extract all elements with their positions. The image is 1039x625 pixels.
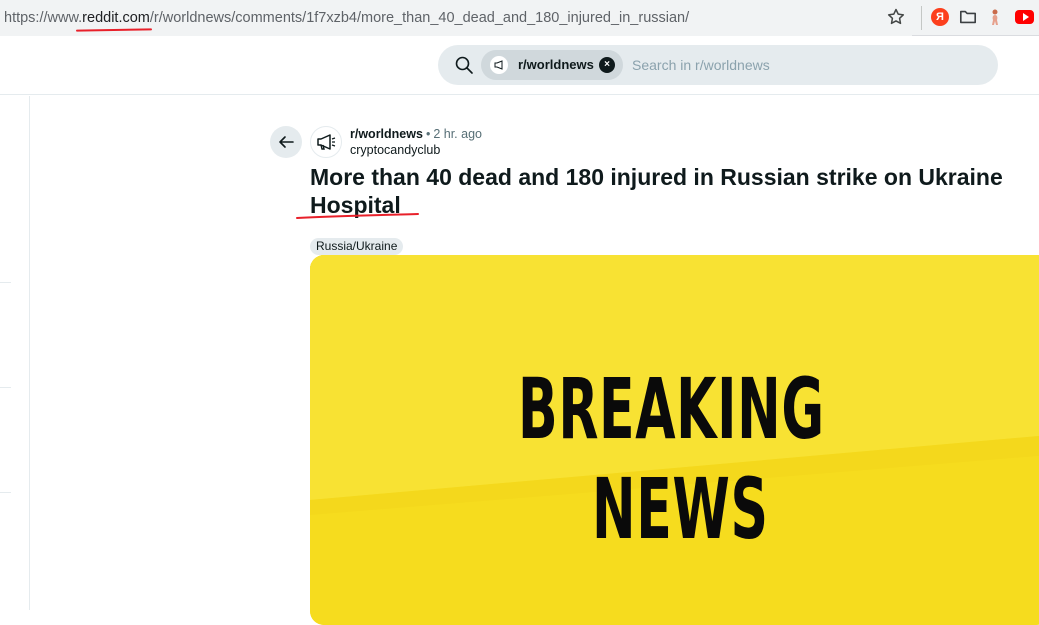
toolbar-divider [921,6,922,30]
sidebar-divider [0,282,11,283]
youtube-icon[interactable] [1015,10,1034,24]
folder-icon[interactable] [959,8,977,26]
subreddit-link[interactable]: r/worldnews [350,127,423,141]
yandex-extension-icon[interactable]: Я [931,8,949,26]
subreddit-scope-chip[interactable]: r/worldnews × [481,50,623,80]
news-text: NEWS [592,460,769,558]
back-button[interactable] [270,126,302,158]
megaphone-icon [490,56,508,74]
meta-separator: • [425,127,431,141]
arrow-left-icon [279,136,294,148]
sidebar-divider [0,387,11,388]
subreddit-avatar[interactable] [310,126,342,158]
browser-toolbar: https://www. reddit.com/r/worldnews/comme… [0,0,1039,36]
author-link[interactable]: cryptocandyclub [350,143,440,157]
breaking-text: BREAKING [518,360,825,458]
left-sidebar-border [0,96,30,610]
sidebar-divider [0,492,11,493]
annotation-underline [296,213,419,219]
post-meta: r/worldnews • 2 hr. ago [350,127,482,141]
search-input[interactable]: Search in r/worldnews [632,57,770,73]
post-flair[interactable]: Russia/Ukraine [310,238,404,255]
site-header: r/worldnews × Search in r/worldnews [0,37,1039,95]
post-title: More than 40 dead and 180 injured in Rus… [310,164,1003,218]
chip-label: r/worldnews [518,57,594,72]
figure-extension-icon[interactable] [986,8,1004,26]
megaphone-icon [317,134,336,150]
url-domain: reddit.com [82,10,150,26]
chip-close-icon[interactable]: × [599,57,615,73]
search-bar[interactable]: r/worldnews × Search in r/worldnews [438,45,998,85]
bookmark-star-icon[interactable] [886,7,906,27]
url-prefix: https://www. [4,10,83,26]
address-bar[interactable]: https://www. reddit.com/r/worldnews/comme… [0,0,912,36]
url-path: /r/worldnews/comments/1f7xzb4/more_than_… [149,10,690,26]
post-image[interactable]: BREAKING NEWS [310,255,1039,625]
post-time: 2 hr. ago [433,127,482,141]
search-icon [455,56,473,74]
